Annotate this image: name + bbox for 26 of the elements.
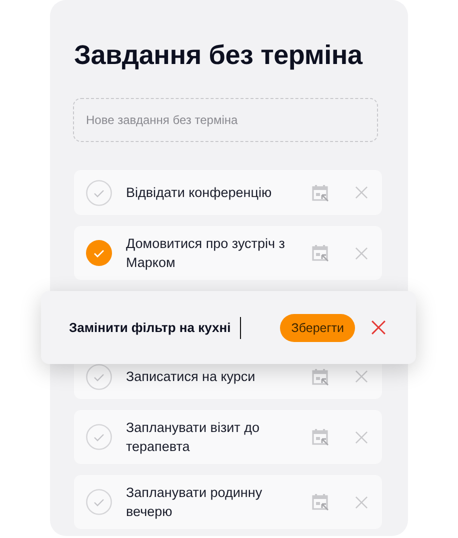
task-text: Записатися на курси — [126, 368, 256, 386]
checkbox[interactable] — [86, 489, 112, 515]
calendar-icon[interactable] — [311, 493, 329, 511]
calendar-icon[interactable] — [311, 428, 329, 446]
checkbox[interactable] — [86, 364, 112, 390]
input-field[interactable]: Замінити фільтр на кухні — [69, 320, 231, 335]
close-icon[interactable] — [355, 186, 368, 199]
checkbox[interactable] — [86, 180, 112, 206]
task-text: Запланувати родинну вечерю — [126, 484, 264, 521]
close-icon[interactable] — [355, 496, 368, 508]
checkbox[interactable] — [86, 424, 112, 450]
page-title: Завдання без терміна — [74, 39, 364, 72]
calendar-icon[interactable] — [311, 184, 329, 202]
save-button[interactable]: Зберегти — [280, 314, 355, 342]
calendar-icon[interactable] — [311, 244, 329, 262]
close-icon[interactable] — [355, 246, 368, 260]
task-text: Домовитися про зустріч з Марком — [126, 235, 286, 272]
close-icon[interactable] — [355, 430, 368, 444]
calendar-icon[interactable] — [311, 368, 329, 386]
text-cursor — [240, 316, 242, 338]
input-field[interactable]: Нове завдання без терміна — [73, 98, 378, 142]
close-icon[interactable] — [371, 320, 386, 335]
close-icon[interactable] — [355, 370, 368, 383]
task-text: Відвідати конференцію — [126, 184, 273, 202]
task-text: Запланувати візит до терапевта — [126, 419, 260, 456]
checkbox[interactable] — [86, 240, 112, 266]
